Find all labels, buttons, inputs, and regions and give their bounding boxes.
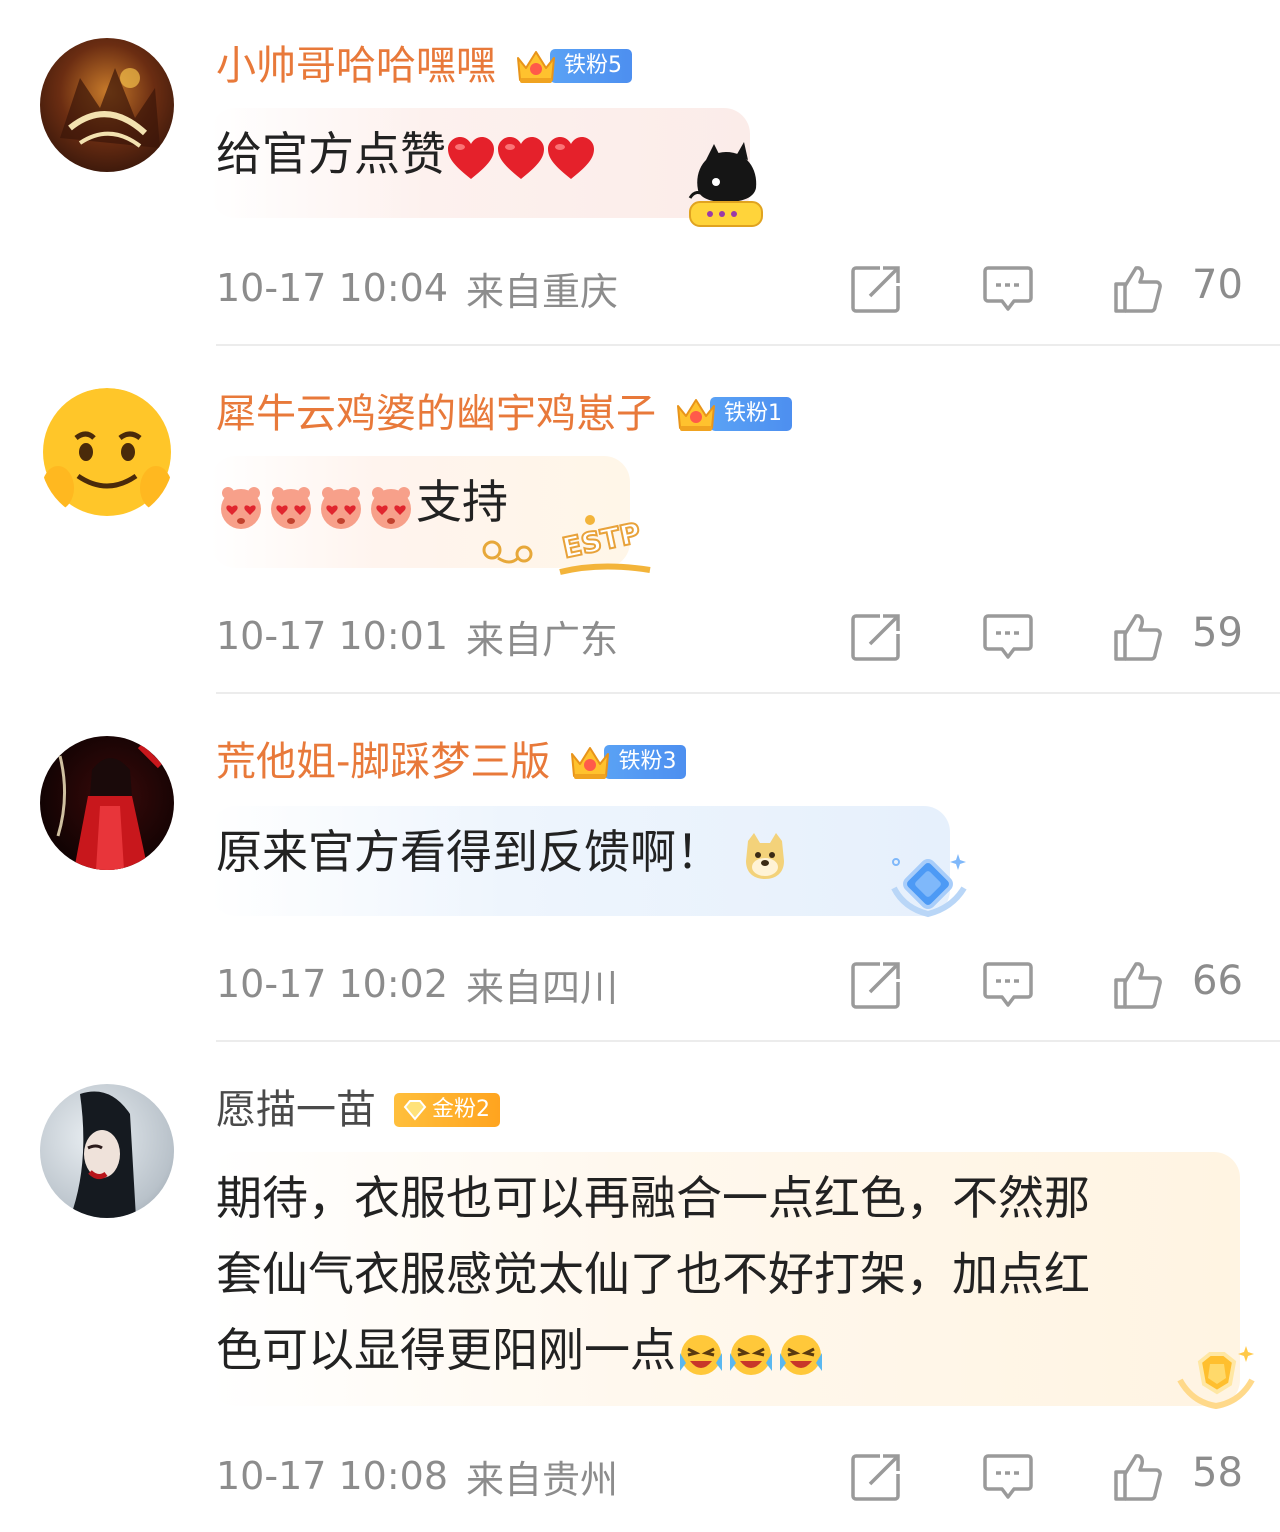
comment-time: 10-17 10:02 <box>216 962 449 1006</box>
divider <box>216 1040 1280 1042</box>
fan-badge-label: 铁粉5 <box>550 49 632 83</box>
fan-badge[interactable]: 金粉2 <box>394 1090 500 1130</box>
laugh-cry-icon <box>776 1329 826 1379</box>
comment-time: 10-17 10:04 <box>216 266 449 310</box>
name-row: 愿描一苗 金粉2 <box>216 1080 500 1140</box>
comment-icon[interactable] <box>982 264 1034 314</box>
comment-time: 10-17 10:01 <box>216 614 449 658</box>
fan-badge-label: 金粉2 <box>394 1093 500 1127</box>
thumbs-up-icon[interactable] <box>1112 960 1164 1010</box>
heart-icon <box>446 135 496 181</box>
comment-text: 原来官方看得到反馈啊！ <box>216 825 722 879</box>
share-icon[interactable] <box>850 1452 902 1502</box>
name-row: 荒他姐-脚踩梦三版 铁粉3 <box>216 732 687 792</box>
bubble-decoration-diamond-icon <box>891 854 967 918</box>
comment-meta: 10-17 10:02 来自四川 66 <box>216 954 1256 1014</box>
comment-location: 来自重庆 <box>466 269 619 314</box>
thumbs-up-icon[interactable] <box>1112 264 1164 314</box>
bubble-decoration-gold-gem-icon <box>1177 1346 1255 1410</box>
comment-icon[interactable] <box>982 1452 1034 1502</box>
heart-eyes-icon <box>216 481 266 531</box>
username[interactable]: 犀牛云鸡婆的幽宇鸡崽子 <box>216 389 656 439</box>
heart-icon <box>546 135 596 181</box>
crown-icon <box>512 46 560 86</box>
username[interactable]: 荒他姐-脚踩梦三版 <box>216 737 550 787</box>
fan-badge[interactable]: 铁粉1 <box>672 394 792 434</box>
crown-icon <box>672 394 720 434</box>
comment-body: 期待，衣服也可以再融合一点红色，不然那 套仙气衣服感觉太仙了也不好打架，加点红 … <box>216 1160 1090 1388</box>
bubble-decoration-cat-icon <box>688 142 763 227</box>
comment-text-line: 色可以显得更阳刚一点 <box>216 1323 676 1377</box>
name-row: 犀牛云鸡婆的幽宇鸡崽子 铁粉1 <box>216 384 792 444</box>
comment-location: 来自四川 <box>466 965 619 1010</box>
comment-icon[interactable] <box>982 960 1034 1010</box>
laugh-cry-icon <box>676 1329 726 1379</box>
laugh-cry-icon <box>726 1329 776 1379</box>
share-icon[interactable] <box>850 612 902 662</box>
comment-location: 来自广东 <box>466 617 619 662</box>
comment-body: 原来官方看得到反馈啊！ <box>216 814 790 890</box>
gold-gem-icon <box>403 1100 427 1121</box>
comment-text: 给官方点赞 <box>216 127 446 181</box>
thumbs-up-icon[interactable] <box>1112 612 1164 662</box>
avatar[interactable] <box>40 38 174 172</box>
comment-text-line: 期待，衣服也可以再融合一点红色，不然那 <box>216 1171 1090 1225</box>
comment-text-line-last: 色可以显得更阳刚一点 <box>216 1312 1090 1388</box>
name-row: 小帅哥哈哈嘿嘿 铁粉5 <box>216 36 632 96</box>
like-count: 66 <box>1192 958 1243 1004</box>
username[interactable]: 小帅哥哈哈嘿嘿 <box>216 41 496 91</box>
avatar[interactable] <box>40 388 174 522</box>
fan-badge-label: 铁粉1 <box>710 397 792 431</box>
bubble-decoration-estp: ESTP <box>470 510 660 580</box>
comment-text-line: 套仙气衣服感觉太仙了也不好打架，加点红 <box>216 1247 1090 1301</box>
comment-icon[interactable] <box>982 612 1034 662</box>
thumbs-up-icon[interactable] <box>1112 1452 1164 1502</box>
share-icon[interactable] <box>850 960 902 1010</box>
comment-time: 10-17 10:08 <box>216 1454 449 1498</box>
heart-icon <box>496 135 546 181</box>
avatar[interactable] <box>40 736 174 870</box>
like-count: 58 <box>1192 1450 1243 1496</box>
fan-badge-label: 铁粉3 <box>604 745 687 779</box>
divider <box>216 692 1280 694</box>
like-count: 70 <box>1192 262 1243 308</box>
fan-badge[interactable]: 铁粉3 <box>566 742 687 782</box>
divider <box>216 344 1280 346</box>
username[interactable]: 愿描一苗 <box>216 1085 376 1135</box>
doge-icon <box>740 831 790 881</box>
like-count: 59 <box>1192 610 1243 656</box>
fan-badge-text: 金粉2 <box>432 1097 490 1122</box>
fan-badge[interactable]: 铁粉5 <box>512 46 632 86</box>
heart-eyes-icon <box>266 481 316 531</box>
heart-eyes-icon <box>316 481 366 531</box>
comment-body: 给官方点赞 <box>216 116 596 192</box>
comment-body: 支持 <box>216 464 508 540</box>
comment-meta: 10-17 10:04 来自重庆 70 <box>216 258 1256 318</box>
comment-location: 来自贵州 <box>466 1457 619 1502</box>
avatar[interactable] <box>40 1084 174 1218</box>
crown-icon <box>566 742 614 782</box>
comment-meta: 10-17 10:08 来自贵州 58 <box>216 1446 1256 1506</box>
heart-eyes-icon <box>366 481 416 531</box>
share-icon[interactable] <box>850 264 902 314</box>
comment-meta: 10-17 10:01 来自广东 59 <box>216 606 1256 666</box>
